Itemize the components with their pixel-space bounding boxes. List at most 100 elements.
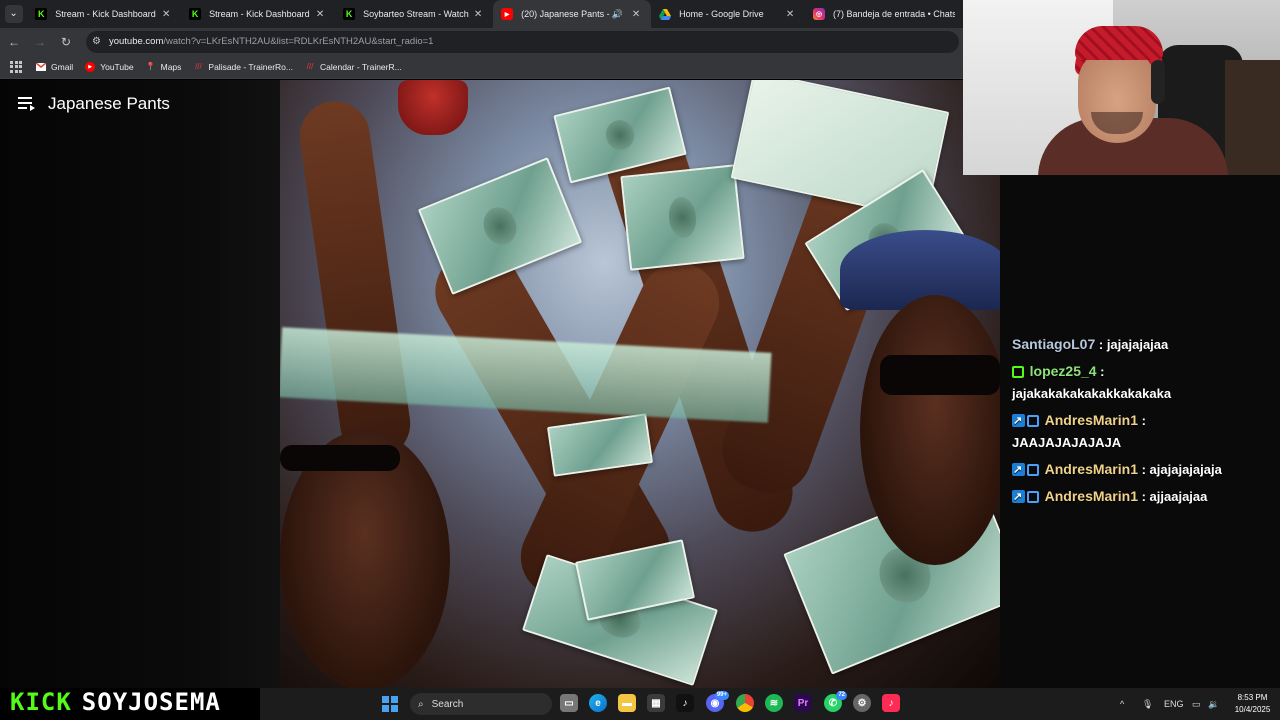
webcam-overlay — [963, 0, 1280, 175]
network-icon[interactable]: ▭ — [1192, 688, 1201, 720]
tab-kick-dashboard-2[interactable]: K Stream - Kick Dashboard ✕ — [181, 0, 335, 28]
trainerroad-icon: /// — [306, 62, 314, 71]
search-icon: ⌕ — [418, 698, 424, 710]
chat-message: AndresMarin1 : ajajajajajaja — [1012, 458, 1274, 481]
reload-icon: ↻ — [60, 34, 72, 49]
tab-instagram-inbox[interactable]: ◎ (7) Bandeja de entrada • Chats — [805, 0, 963, 28]
microphone-icon[interactable]: 🎙 — [1142, 688, 1153, 720]
chat-text: ajjaajajaa — [1149, 489, 1208, 504]
clock-date: 10/4/2025 — [1234, 705, 1271, 714]
tab-soybarteo-stream[interactable]: K Soybarteo Stream - Watch Live ✕ — [335, 0, 493, 28]
apps-grid-icon[interactable] — [10, 60, 22, 73]
premiere-pro-icon[interactable]: Pr — [794, 694, 812, 712]
close-icon[interactable]: ✕ — [629, 9, 643, 20]
task-view-icon[interactable]: ▭ — [560, 694, 578, 712]
volume-icon[interactable]: 🔉 — [1208, 688, 1219, 720]
chat-text: jajakakakakakakkakakaka — [1012, 386, 1172, 401]
forward-button[interactable]: → — [28, 30, 52, 54]
bookmark-label: Gmail — [51, 61, 74, 72]
chrome-icon[interactable] — [736, 694, 754, 712]
browser-tab-bar: ⌄ K Stream - Kick Dashboard ✕ K Stream -… — [0, 0, 963, 28]
file-explorer-icon[interactable]: ▬ — [618, 694, 636, 712]
url-host: youtube.com — [108, 36, 164, 47]
instagram-icon: ◎ — [813, 8, 826, 20]
kick-logo: KICK — [10, 688, 72, 716]
chat-text: jajajajajaa — [1106, 337, 1169, 352]
chat-message: AndresMarin1 : JAAJAJAJAJAJA — [1012, 409, 1274, 454]
clock-time: 8:53 PM — [1237, 693, 1268, 702]
tab-kick-dashboard-1[interactable]: K Stream - Kick Dashboard ✕ — [27, 0, 181, 28]
windows-start-icon[interactable] — [382, 696, 398, 712]
bookmark-youtube[interactable]: ▶ YouTube — [85, 61, 134, 72]
chat-text: JAAJAJAJAJAJA — [1012, 435, 1122, 450]
gift-badge-icon — [1012, 366, 1024, 378]
youtube-player: Japanese Pants — [0, 80, 1000, 688]
queue-header: Japanese Pants — [18, 94, 170, 114]
tab-search-button[interactable]: ⌄ — [0, 0, 27, 28]
edge-icon[interactable]: e — [589, 694, 607, 712]
notification-badge: 99+ — [714, 691, 729, 700]
tab-youtube-japanese-pants[interactable]: ▶ (20) Japanese Pants - YouTu 🔊 ✕ — [493, 0, 652, 28]
trainerroad-icon: /// — [195, 62, 202, 71]
site-info-icon[interactable]: ⚙ — [92, 36, 101, 47]
address-bar[interactable]: ⚙ youtube.com/watch?v=LKrEsNTH2AU&list=R… — [86, 30, 959, 53]
show-hidden-icons-button[interactable]: ^ — [1120, 688, 1124, 720]
bookmark-maps[interactable]: 📍 Maps — [146, 62, 182, 72]
video-frame[interactable] — [280, 80, 1000, 688]
close-icon[interactable]: ✕ — [159, 9, 173, 20]
speaker-icon[interactable]: 🔊 — [612, 9, 623, 20]
tiktok-studio-icon[interactable]: ♪ — [882, 694, 900, 712]
discord-icon[interactable]: ◉ 99+ — [706, 691, 729, 712]
tiktok-icon[interactable]: ♪ — [676, 694, 694, 712]
arrow-right-icon: → — [34, 34, 46, 49]
spotify-icon[interactable]: ≋ — [765, 694, 783, 712]
whatsapp-icon[interactable]: ✆ 72 — [824, 691, 847, 712]
google-drive-icon — [659, 8, 672, 20]
url-path: /watch?v=LKrEsNTH2AU&list=RDLKrEsNTH2AU&… — [163, 36, 434, 47]
chat-message-list: SantiagoL07 : jajajajajaa lopez25_4 : ja… — [1012, 333, 1274, 512]
tab-title: (20) Japanese Pants - YouTu — [521, 9, 612, 19]
subscriber-badge-icon — [1012, 486, 1025, 508]
close-icon[interactable]: ✕ — [783, 9, 797, 20]
kick-icon: K — [35, 8, 48, 20]
windows-taskbar: ⌕ Search ▭ e ▬ ▦ ♪ ◉ 99+ ≋ Pr ✆ 72 ⚙ ♪ ^ 🎙… — [260, 688, 1280, 720]
bookmark-trainerroad-calendar[interactable]: /// Calendar - TrainerR... — [305, 62, 402, 72]
chat-username: AndresMarin1 — [1044, 461, 1138, 477]
chat-username: SantiagoL07 — [1012, 336, 1096, 352]
chat-message: lopez25_4 : jajakakakakakakkakakaka — [1012, 363, 1172, 401]
chat-username: AndresMarin1 — [1044, 488, 1138, 504]
bookmark-label: Maps — [160, 61, 182, 72]
taskbar-search[interactable]: ⌕ Search — [410, 693, 552, 715]
close-icon[interactable]: ✕ — [313, 9, 327, 20]
sunglasses-image — [880, 355, 1000, 395]
tab-title: Stream - Kick Dashboard — [55, 9, 156, 19]
search-placeholder: Search — [431, 698, 464, 710]
microsoft-store-icon[interactable]: ▦ — [647, 694, 665, 712]
maps-icon: 📍 — [145, 62, 156, 71]
browser-toolbar: ← → ↻ ⚙ youtube.com/watch?v=LKrEsNTH2AU&… — [0, 28, 963, 55]
notification-badge: 72 — [836, 691, 847, 700]
bookmark-label: YouTube — [100, 61, 134, 72]
bookmark-label: Palisade - TrainerRo... — [208, 61, 293, 72]
screen: ⌄ K Stream - Kick Dashboard ✕ K Stream -… — [0, 0, 1280, 720]
sunglasses-image — [280, 445, 400, 471]
youtube-icon: ▶ — [501, 8, 514, 20]
back-button[interactable]: ← — [2, 30, 26, 54]
reload-button[interactable]: ↻ — [54, 30, 78, 54]
gmail-icon — [36, 62, 46, 72]
chat-message: AndresMarin1 : ajjaajajaa — [1012, 485, 1274, 508]
chat-text: ajajajajajaja — [1149, 462, 1222, 477]
kick-watermark: KICK SOYJOSEMA — [10, 688, 221, 716]
taskbar-clock[interactable]: 8:53 PM 10/4/2025 — [1225, 692, 1280, 716]
bookmark-trainerroad-palisade[interactable]: /// Palisade - TrainerRo... — [193, 62, 293, 72]
playlist-menu-icon[interactable] — [18, 96, 36, 112]
close-icon[interactable]: ✕ — [471, 9, 485, 20]
language-indicator[interactable]: ENG — [1164, 688, 1184, 720]
kick-icon: K — [189, 8, 202, 20]
settings-icon[interactable]: ⚙ — [853, 694, 871, 712]
chat-username: lopez25_4 — [1029, 363, 1097, 379]
gift-badge-icon — [1027, 464, 1039, 476]
tab-google-drive[interactable]: Home - Google Drive ✕ — [651, 0, 805, 28]
bookmark-gmail[interactable]: Gmail — [36, 62, 73, 72]
gift-badge-icon — [1027, 415, 1039, 427]
